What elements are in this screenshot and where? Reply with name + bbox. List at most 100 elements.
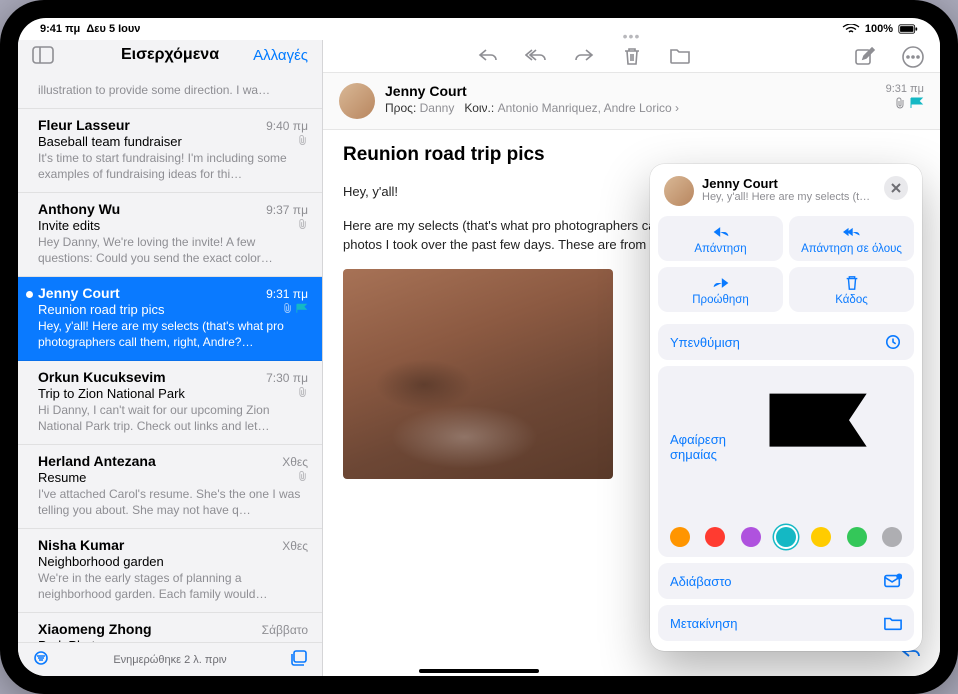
actions-popover: Jenny Court Hey, y'all! Here are my sele… <box>650 164 922 651</box>
flag-icon <box>296 303 308 313</box>
ipad-frame: 9:41 πμ Δευ 5 Ιουν 100% Εισερχόμενα Αλλα… <box>0 0 958 694</box>
msg-time: 9:40 πμ <box>266 119 308 133</box>
reply-all-action[interactable]: Απάντηση σε όλους <box>789 216 914 261</box>
msg-preview: illustration to provide some direction. … <box>38 82 308 98</box>
message-header: Jenny Court Προς: Danny Κοιν.: Antonio M… <box>323 72 940 130</box>
msg-from: Jenny Court <box>38 285 120 301</box>
folder-icon <box>884 615 902 631</box>
msg-subject: Baseball team fundraiser <box>38 134 182 149</box>
forward-action[interactable]: Προώθηση <box>658 267 783 312</box>
message-row[interactable]: Nisha Kumar Χθες Neighborhood gardenWe're … <box>18 529 322 613</box>
message-pane: ••• Jenny Court <box>323 40 940 676</box>
message-subject: Reunion road trip pics <box>343 144 920 166</box>
flag-color[interactable] <box>882 527 902 547</box>
header-recipients[interactable]: Προς: Danny Κοιν.: Antonio Manriquez, An… <box>385 101 876 115</box>
msg-time: Χθες <box>282 455 308 469</box>
msg-time: Σάββατο <box>262 623 308 637</box>
attach-icon <box>298 218 308 230</box>
status-date: Δευ 5 Ιουν <box>86 23 140 35</box>
flag-color[interactable] <box>741 527 761 547</box>
sidebar-toggle-icon[interactable] <box>32 46 54 64</box>
flag-color[interactable] <box>776 527 796 547</box>
msg-from: Anthony Wu <box>38 201 120 217</box>
status-left: 9:41 πμ Δευ 5 Ιουν <box>40 23 140 35</box>
compose-icon[interactable] <box>854 46 876 66</box>
sidebar-header: Εισερχόμενα Αλλαγές <box>18 40 322 72</box>
unflag-action[interactable]: Αφαίρεση σημαίας <box>670 376 902 517</box>
sidebar-title: Εισερχόμενα <box>121 46 219 64</box>
msg-time: 9:31 πμ <box>266 287 308 301</box>
status-time: 9:41 πμ <box>40 23 80 35</box>
status-battery-pct: 100% <box>865 23 893 35</box>
avatar[interactable] <box>339 83 375 119</box>
more-icon[interactable] <box>902 46 924 66</box>
envelope-icon <box>884 573 902 589</box>
unflag-icon <box>743 376 902 517</box>
reply-action[interactable]: Απάντηση <box>658 216 783 261</box>
message-row[interactable]: illustration to provide some direction. … <box>18 72 322 109</box>
remind-action[interactable]: Υπενθύμιση <box>658 324 914 360</box>
flag-colors <box>670 527 902 547</box>
header-from[interactable]: Jenny Court <box>385 83 876 99</box>
reply-all-icon[interactable] <box>525 46 547 66</box>
close-button[interactable] <box>884 176 908 200</box>
flag-color[interactable] <box>670 527 690 547</box>
attach-icon <box>895 97 906 109</box>
message-row[interactable]: Anthony Wu 9:37 πμ Invite editsHey Danny, … <box>18 193 322 277</box>
reply-icon[interactable] <box>477 46 499 66</box>
msg-subject: Reunion road trip pics <box>38 302 164 317</box>
move-action[interactable]: Μετακίνηση <box>658 605 914 641</box>
message-row[interactable]: Jenny Court 9:31 πμ Reunion road trip pics… <box>18 277 322 361</box>
msg-subject: Park Photos <box>38 638 109 642</box>
msg-subject: Resume <box>38 470 86 485</box>
flag-section: Αφαίρεση σημαίας <box>658 366 914 557</box>
msg-from: Herland Antezana <box>38 453 156 469</box>
trash-icon[interactable] <box>621 46 643 66</box>
move-icon[interactable] <box>669 46 691 66</box>
edit-button[interactable]: Αλλαγές <box>253 47 308 64</box>
msg-time: 9:37 πμ <box>266 203 308 217</box>
message-row[interactable]: Xiaomeng ZhongΣάββατοPark PhotosHi Danny… <box>18 613 322 642</box>
attach-icon <box>298 386 308 398</box>
home-indicator[interactable] <box>419 669 539 673</box>
msg-preview: Hi Danny, I can't wait for our upcoming … <box>38 402 308 434</box>
sidebar-status: Ενημερώθηκε 2 λ. πριν <box>113 654 226 666</box>
message-list[interactable]: illustration to provide some direction. … <box>18 72 322 642</box>
message-row[interactable]: Orkun Kucuksevim7:30 πμTrip to Zion Nati… <box>18 361 322 445</box>
attach-icon <box>298 134 308 146</box>
attached-image[interactable] <box>343 269 613 479</box>
forward-icon[interactable] <box>573 46 595 66</box>
msg-preview: Hey Danny, We're loving the invite! A fe… <box>38 234 308 266</box>
avatar <box>664 176 694 206</box>
msg-preview: Hey, y'all! Here are my selects (that's … <box>38 318 308 350</box>
trash-action[interactable]: Κάδος <box>789 267 914 312</box>
popover-from: Jenny Court <box>702 176 876 191</box>
header-time: 9:31 πμ <box>886 83 924 95</box>
flag-color[interactable] <box>847 527 867 547</box>
msg-from: Orkun Kucuksevim <box>38 369 166 385</box>
flag-color[interactable] <box>705 527 725 547</box>
sidebar-footer: Ενημερώθηκε 2 λ. πριν <box>18 642 322 676</box>
status-bar: 9:41 πμ Δευ 5 Ιουν 100% <box>18 18 940 40</box>
stack-icon[interactable] <box>290 650 308 669</box>
msg-time: 7:30 πμ <box>266 371 308 385</box>
popover-header: Jenny Court Hey, y'all! Here are my sele… <box>658 174 914 216</box>
msg-subject: Neighborhood garden <box>38 554 164 569</box>
msg-from: Nisha Kumar <box>38 537 124 553</box>
filter-button[interactable] <box>32 651 50 668</box>
unread-action[interactable]: Αδιάβαστο <box>658 563 914 599</box>
popover-preview: Hey, y'all! Here are my selects (that's… <box>702 191 876 203</box>
msg-preview: We're in the early stages of planning a … <box>38 570 308 602</box>
message-row[interactable]: Herland AntezanaΧθεςResumeI've attached … <box>18 445 322 529</box>
msg-time: Χθες <box>282 539 308 553</box>
attach-icon <box>283 302 293 314</box>
status-right: 100% <box>842 23 918 35</box>
msg-from: Fleur Lasseur <box>38 117 130 133</box>
message-row[interactable]: Fleur Lasseur 9:40 πμ Baseball team fundra… <box>18 109 322 193</box>
msg-preview: It's time to start fundraising! I'm incl… <box>38 150 308 182</box>
toolbar <box>323 40 940 72</box>
header-meta: 9:31 πμ <box>886 83 924 119</box>
app-mail: Εισερχόμενα Αλλαγές illustration to prov… <box>18 40 940 676</box>
msg-subject: Invite edits <box>38 218 100 233</box>
flag-color[interactable] <box>811 527 831 547</box>
